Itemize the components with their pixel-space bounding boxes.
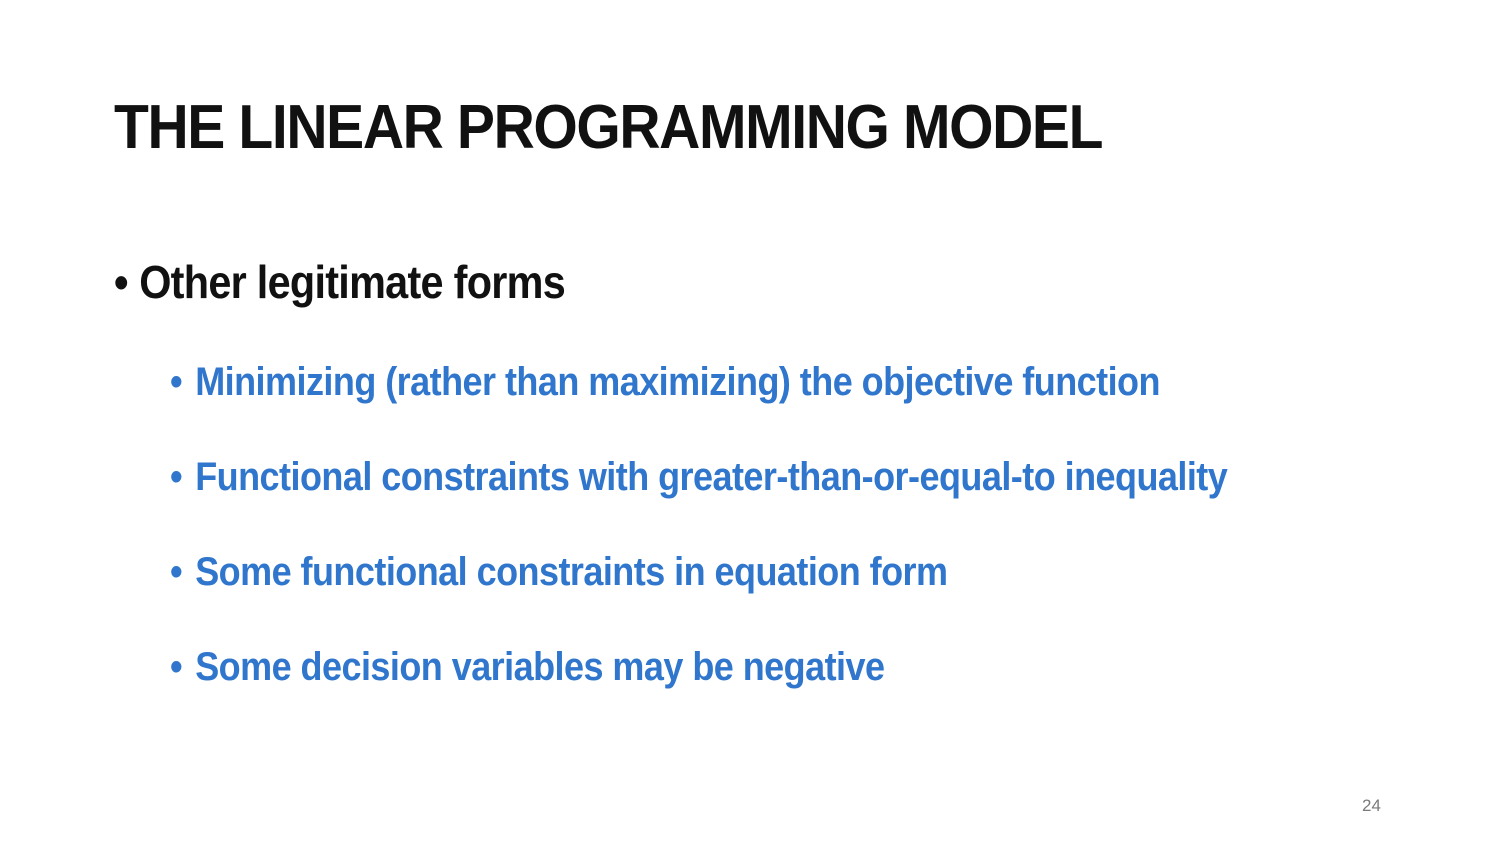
bullet-dot-icon: • xyxy=(170,550,183,594)
sub-bullet-list: • Minimizing (rather than maximizing) the… xyxy=(170,354,1345,734)
sub-bullet-text: Some functional constraints in equation … xyxy=(195,550,948,594)
bullet-dot-icon: • xyxy=(114,256,129,308)
bullet-dot-icon: • xyxy=(170,360,183,404)
bullet-dot-icon: • xyxy=(170,455,183,499)
sub-bullet-text: Some decision variables may be negative xyxy=(195,645,885,689)
sub-bullet-item: • Some functional constraints in equation… xyxy=(170,544,1227,639)
slide: THE LINEAR PROGRAMMING MODEL • Other legi… xyxy=(0,0,1500,844)
bullet-text: Other legitimate forms xyxy=(139,256,566,308)
sub-bullet-text: Minimizing (rather than maximizing) the … xyxy=(195,360,1160,404)
slide-title: THE LINEAR PROGRAMMING MODEL xyxy=(114,93,1103,162)
sub-bullet-text: Functional constraints with greater-than… xyxy=(195,455,1228,499)
bullet-dot-icon: • xyxy=(170,645,183,689)
sub-bullet-item: • Functional constraints with greater-tha… xyxy=(170,449,1228,544)
sub-bullet-item: • Some decision variables may be negative xyxy=(170,639,1227,734)
sub-bullet-item: • Minimizing (rather than maximizing) the… xyxy=(170,354,1227,449)
bullet-item: • Other legitimate forms xyxy=(114,254,566,310)
page-number: 24 xyxy=(1362,796,1381,815)
